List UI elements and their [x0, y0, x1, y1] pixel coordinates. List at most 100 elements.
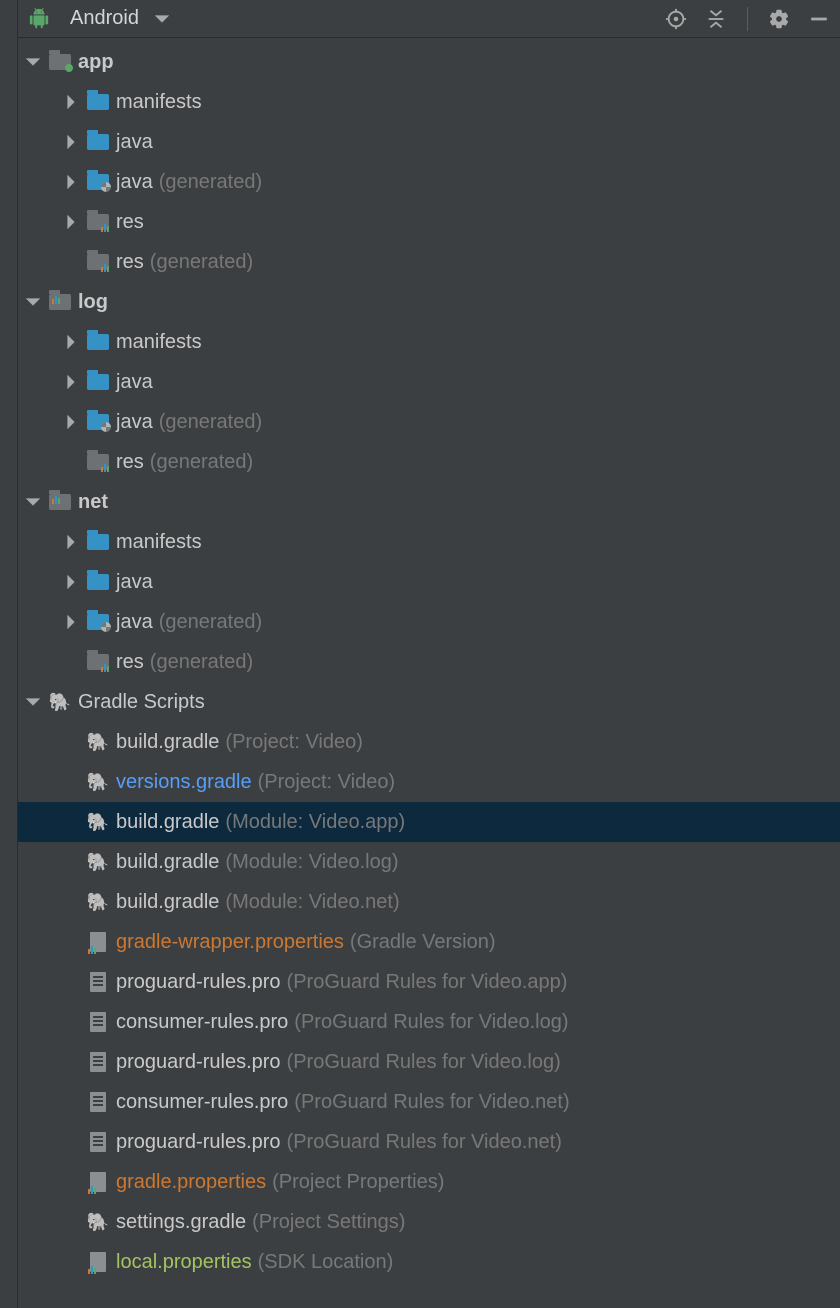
tree-item[interactable]: java(generated) — [18, 162, 840, 202]
folder-grey-res-icon — [86, 451, 110, 473]
tree-item[interactable]: java — [18, 362, 840, 402]
tree-item[interactable]: net — [18, 482, 840, 522]
tree-item[interactable]: log — [18, 282, 840, 322]
tree-item-label: log — [78, 291, 108, 314]
props-icon — [86, 1171, 110, 1193]
chevron-right-icon[interactable] — [62, 333, 80, 351]
elephant-link-icon: 🐘 — [86, 771, 110, 793]
tree-item[interactable]: 🐘build.gradle(Module: Video.app) — [18, 802, 840, 842]
tree-item[interactable]: res — [18, 202, 840, 242]
tree-item[interactable]: proguard-rules.pro (ProGuard Rules for Vi… — [18, 1042, 840, 1082]
tree-item-label: res — [116, 211, 144, 234]
chevron-right-icon[interactable] — [62, 133, 80, 151]
chevron-right-icon[interactable] — [62, 173, 80, 191]
tree-item[interactable]: java(generated) — [18, 602, 840, 642]
module-icon — [48, 291, 72, 313]
tree-item-label: build.gradle — [116, 851, 219, 874]
separator — [747, 7, 748, 31]
tree-item[interactable]: 🐘Gradle Scripts — [18, 682, 840, 722]
tree-item-suffix: (generated) — [150, 451, 253, 474]
header-toolbar — [665, 7, 830, 31]
elephant-icon: 🐘 — [86, 851, 110, 873]
chevron-right-icon[interactable] — [62, 613, 80, 631]
tree-item[interactable]: consumer-rules.pro(ProGuard Rules for Vi… — [18, 1002, 840, 1042]
project-panel: Android appmanifestsjavajava(generated)r… — [18, 0, 840, 1308]
chevron-down-icon[interactable] — [24, 693, 42, 711]
gear-icon[interactable] — [768, 8, 790, 30]
tree-item[interactable]: res(generated) — [18, 442, 840, 482]
tree-item[interactable]: manifests — [18, 82, 840, 122]
folder-grey-res-icon — [86, 651, 110, 673]
tree-item-suffix: (Gradle Version) — [350, 931, 496, 954]
chevron-right-icon[interactable] — [62, 93, 80, 111]
tree-item-suffix: (Project Settings) — [252, 1211, 405, 1234]
project-tree[interactable]: appmanifestsjavajava(generated)resres(ge… — [18, 38, 840, 1308]
tree-item-suffix: (Module: Video.app) — [225, 811, 405, 834]
tree-item-suffix: (Project: Video) — [258, 771, 395, 794]
tree-item[interactable]: 🐘build.gradle(Project: Video) — [18, 722, 840, 762]
tree-item[interactable]: 🐘 build.gradle (Module: Video.log) — [18, 842, 840, 882]
tree-item-label: java — [116, 571, 153, 594]
tree-item-suffix: (generated) — [159, 171, 262, 194]
folder-blue-icon — [86, 531, 110, 553]
tree-item-label: res — [116, 651, 144, 674]
tree-item-suffix: (Module: Video.log) — [225, 851, 398, 874]
tree-item[interactable]: gradle-wrapper.properties(Gradle Version… — [18, 922, 840, 962]
chevron-right-icon[interactable] — [62, 373, 80, 391]
chevron-down-icon[interactable] — [24, 493, 42, 511]
tree-item-label: proguard-rules.pro — [116, 1051, 281, 1074]
tree-item-label: java — [116, 611, 153, 634]
tree-item-suffix: (ProGuard Rules for Video.net) — [287, 1131, 562, 1154]
tree-item[interactable]: app — [18, 42, 840, 82]
tree-item-label: versions.gradle — [116, 771, 252, 794]
tree-item-suffix: (generated) — [150, 651, 253, 674]
tree-item-label: net — [78, 491, 108, 514]
chevron-right-icon[interactable] — [62, 533, 80, 551]
tree-item-suffix: (ProGuard Rules for Video.log) — [287, 1051, 561, 1074]
tree-item[interactable]: java — [18, 122, 840, 162]
chevron-right-icon[interactable] — [62, 573, 80, 591]
tree-item[interactable]: manifests — [18, 522, 840, 562]
tree-item[interactable]: 🐘build.gradle(Module: Video.net) — [18, 882, 840, 922]
folder-blue-gen-icon — [86, 411, 110, 433]
tree-item[interactable]: res(generated) — [18, 242, 840, 282]
chevron-down-icon[interactable] — [24, 293, 42, 311]
tree-item-suffix: (ProGuard Rules for Video.app) — [287, 971, 568, 994]
target-icon[interactable] — [665, 8, 687, 30]
tree-item-suffix: (SDK Location) — [258, 1251, 394, 1274]
chevron-down-icon[interactable] — [24, 53, 42, 71]
elephant-icon: 🐘 — [86, 891, 110, 913]
folder-blue-icon — [86, 91, 110, 113]
tree-item[interactable]: proguard-rules.pro(ProGuard Rules for Vi… — [18, 962, 840, 1002]
tree-item[interactable]: manifests — [18, 322, 840, 362]
tree-item-suffix: (Project Properties) — [272, 1171, 444, 1194]
tree-item-label: consumer-rules.pro — [116, 1091, 288, 1114]
collapse-icon[interactable] — [705, 8, 727, 30]
tree-item-suffix: (generated) — [159, 411, 262, 434]
tree-item[interactable]: java — [18, 562, 840, 602]
view-selector[interactable]: Android — [70, 7, 139, 30]
tree-item[interactable]: java (generated) — [18, 402, 840, 442]
dropdown-icon[interactable] — [153, 10, 171, 28]
elephant-icon: 🐘 — [86, 1211, 110, 1233]
folder-blue-gen-icon — [86, 611, 110, 633]
tree-item[interactable]: 🐘settings.gradle(Project Settings) — [18, 1202, 840, 1242]
doc-icon — [86, 1091, 110, 1113]
minimize-icon[interactable] — [808, 8, 830, 30]
tree-item-label: build.gradle — [116, 891, 219, 914]
doc-icon — [86, 971, 110, 993]
doc-icon — [86, 1131, 110, 1153]
tree-item[interactable]: res (generated) — [18, 642, 840, 682]
tree-item[interactable]: proguard-rules.pro(ProGuard Rules for Vi… — [18, 1122, 840, 1162]
chevron-right-icon[interactable] — [62, 213, 80, 231]
tree-item-label: Gradle Scripts — [78, 691, 205, 714]
folder-grey-res-icon — [86, 211, 110, 233]
props-icon — [86, 931, 110, 953]
tree-item[interactable]: consumer-rules.pro(ProGuard Rules for Vi… — [18, 1082, 840, 1122]
tree-item[interactable]: gradle.properties(Project Properties) — [18, 1162, 840, 1202]
tree-item[interactable]: 🐘 versions.gradle (Project: Video) — [18, 762, 840, 802]
tree-item-label: java — [116, 411, 153, 434]
tree-item[interactable]: local.properties(SDK Location) — [18, 1242, 840, 1282]
chevron-right-icon[interactable] — [62, 413, 80, 431]
tree-item-suffix: (ProGuard Rules for Video.log) — [294, 1011, 568, 1034]
